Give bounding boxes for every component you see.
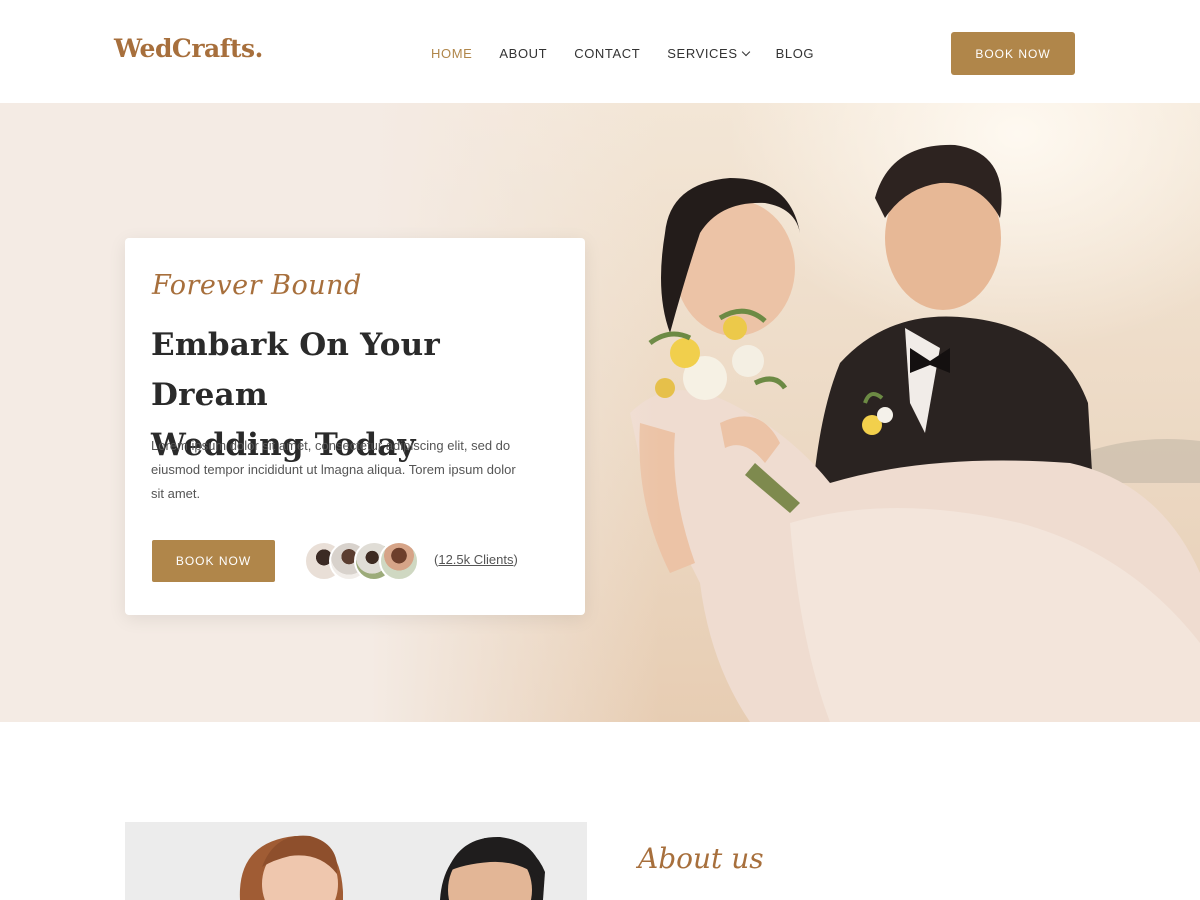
hero-headline-line1: Embark On Your Dream	[151, 327, 440, 413]
site-header: WedCrafts. HOME ABOUT CONTACT SERVICES B…	[0, 0, 1200, 103]
clients-paren-close: )	[513, 552, 518, 567]
hero-book-now-button[interactable]: BOOK NOW	[152, 540, 275, 582]
nav-services[interactable]: SERVICES	[667, 46, 750, 61]
nav-blog[interactable]: BLOG	[776, 46, 815, 61]
hero-description: Lorem ipsum dolor sit amet, consectetur …	[151, 438, 516, 501]
nav-home[interactable]: HOME	[431, 46, 472, 61]
main-nav: HOME ABOUT CONTACT SERVICES BLOG	[431, 46, 841, 61]
client-avatar	[379, 541, 419, 581]
nav-about[interactable]: ABOUT	[499, 46, 547, 61]
chevron-down-icon	[741, 47, 750, 56]
couple-portrait-photo	[125, 822, 587, 900]
clients-count-link[interactable]: (12.5k Clients)	[434, 552, 518, 567]
nav-contact[interactable]: CONTACT	[574, 46, 640, 61]
header-book-now-button[interactable]: BOOK NOW	[951, 32, 1075, 75]
nav-services-label: SERVICES	[667, 46, 738, 61]
brand-logo[interactable]: WedCrafts.	[114, 34, 263, 63]
about-script-title: About us	[638, 842, 764, 875]
clients-count: 12.5k Clients	[438, 552, 514, 567]
client-avatars	[304, 541, 424, 581]
hero-script-title: Forever Bound	[152, 270, 362, 301]
